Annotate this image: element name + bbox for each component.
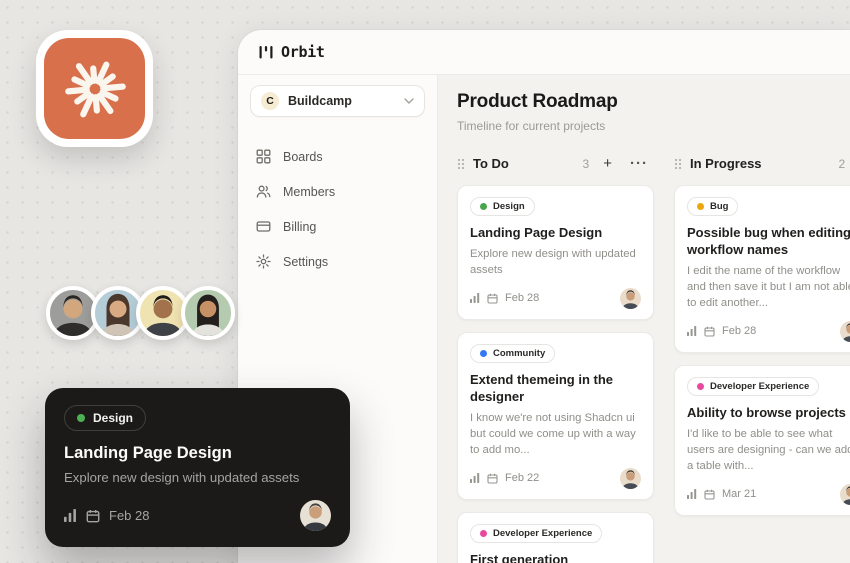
tag-dot <box>480 203 487 210</box>
column-name: To Do <box>473 156 509 171</box>
app-logo: Orbit <box>259 43 325 61</box>
priority-bars-icon <box>470 473 480 484</box>
column-header: To Do 3 + ··· <box>457 154 652 173</box>
sidebar-nav: Boards Members Billing Settings <box>250 141 425 277</box>
tag-dot <box>697 203 704 210</box>
calendar-icon <box>86 509 100 523</box>
tag-badge: Developer Experience <box>687 376 820 396</box>
tag-label: Design <box>93 411 134 425</box>
tag-label: Design <box>493 201 525 212</box>
column-menu-button[interactable]: ··· <box>626 154 652 173</box>
card-due-date: Feb 28 <box>722 325 757 338</box>
column-count: 3 <box>582 156 590 171</box>
tag-dot <box>480 529 487 537</box>
workspace-switcher[interactable]: C Buildcamp <box>250 85 425 117</box>
card-description: Explore new design with updated assets <box>470 247 636 276</box>
sidebar-item-boards[interactable]: Boards <box>254 141 421 172</box>
card-title: Landing Page Design <box>470 225 603 240</box>
tag-badge: Developer Experience <box>470 523 603 543</box>
calendar-icon <box>704 489 715 500</box>
featured-card: Design Landing Page Design Explore new d… <box>45 388 350 547</box>
card-description: I know we're not using Shadcn ui but cou… <box>470 411 636 456</box>
card-due-date: Feb 28 <box>505 292 540 305</box>
boards-icon <box>256 149 271 164</box>
card-due-date: Feb 28 <box>109 508 150 523</box>
priority-bars-icon <box>470 293 480 304</box>
column-count: 2 <box>838 156 846 171</box>
priority-bars-icon <box>687 326 697 337</box>
column-todo: To Do 3 + ··· Design Landing Page Design… <box>457 154 654 563</box>
team-avatar-4 <box>181 286 235 340</box>
brand-app-icon <box>36 30 153 147</box>
page-subtitle: Timeline for current projects <box>457 119 606 133</box>
column-in-progress: In Progress 2 + Bug Possible bug when ed… <box>674 154 850 528</box>
card-due-date: Feb 22 <box>505 472 540 485</box>
assignee-avatar <box>620 287 641 309</box>
calendar-icon <box>487 473 498 484</box>
sidebar-item-label: Billing <box>283 219 317 234</box>
sidebar-item-label: Boards <box>283 149 323 164</box>
calendar-icon <box>487 293 498 304</box>
assignee-avatar <box>840 483 850 505</box>
card-browse-projects[interactable]: Developer Experience Ability to browse p… <box>674 364 850 516</box>
workspace-badge: C <box>261 92 279 110</box>
chevron-down-icon <box>404 98 414 104</box>
assignee-avatar <box>840 320 850 342</box>
card-description: I edit the name of the workflow and then… <box>687 264 850 309</box>
drag-handle-icon[interactable] <box>457 158 465 170</box>
card-landing-page-design[interactable]: Design Landing Page Design Explore new d… <box>457 185 654 320</box>
assignee-avatar <box>620 467 641 489</box>
tag-badge: Community <box>470 343 556 363</box>
drag-handle-icon[interactable] <box>674 158 682 170</box>
card-title: First generation improvements <box>470 551 569 563</box>
tag-dot <box>480 349 487 357</box>
tag-label: Developer Experience <box>493 527 593 539</box>
workspace-name: Buildcamp <box>288 94 352 108</box>
assignee-avatar <box>300 500 331 531</box>
card-title: Possible bug when editing workflow names <box>687 225 850 257</box>
sidebar-item-label: Settings <box>283 254 329 269</box>
add-card-button[interactable]: + <box>599 154 616 173</box>
priority-bars-icon <box>64 509 77 522</box>
board-main: Product Roadmap Timeline for current pro… <box>438 75 850 563</box>
tag-dot <box>697 382 704 390</box>
tag-label: Developer Experience <box>710 380 810 392</box>
sidebar-item-members[interactable]: Members <box>254 176 421 207</box>
card-title: Landing Page Design <box>64 444 232 462</box>
tag-dot <box>77 414 85 422</box>
card-title: Ability to browse projects <box>687 404 846 420</box>
tag-badge: Design <box>64 405 147 431</box>
sidebar-item-settings[interactable]: Settings <box>254 246 421 277</box>
column-header: In Progress 2 + <box>674 154 850 173</box>
column-name: In Progress <box>690 156 762 171</box>
sidebar-item-label: Members <box>283 184 336 199</box>
card-first-generation[interactable]: Developer Experience First generation im… <box>457 511 654 563</box>
members-icon <box>256 184 271 199</box>
card-description: I'd like to be able to see what users ar… <box>687 427 850 472</box>
orbit-logo-icon <box>259 45 273 60</box>
card-description: Explore new design with updated assets <box>64 470 300 485</box>
card-title: Extend themeing in the designer <box>470 371 614 404</box>
kanban-columns: To Do 3 + ··· Design Landing Page Design… <box>457 154 850 563</box>
team-avatars <box>46 286 235 340</box>
tag-label: Bug <box>710 201 729 212</box>
card-due-date: Mar 21 <box>722 488 757 501</box>
billing-icon <box>256 219 271 234</box>
tag-badge: Bug <box>687 197 739 216</box>
page-title: Product Roadmap <box>457 91 618 112</box>
gear-icon <box>256 254 271 269</box>
card-possible-bug[interactable]: Bug Possible bug when editing workflow n… <box>674 185 850 353</box>
priority-bars-icon <box>687 489 697 500</box>
window-header: Orbit <box>238 30 850 75</box>
sidebar-item-billing[interactable]: Billing <box>254 211 421 242</box>
starburst-icon <box>44 38 145 139</box>
calendar-icon <box>704 326 715 337</box>
tag-badge: Design <box>470 197 535 216</box>
tag-label: Community <box>493 347 546 359</box>
card-extend-themeing[interactable]: Community Extend themeing in the designe… <box>457 331 654 500</box>
app-title: Orbit <box>281 43 325 61</box>
